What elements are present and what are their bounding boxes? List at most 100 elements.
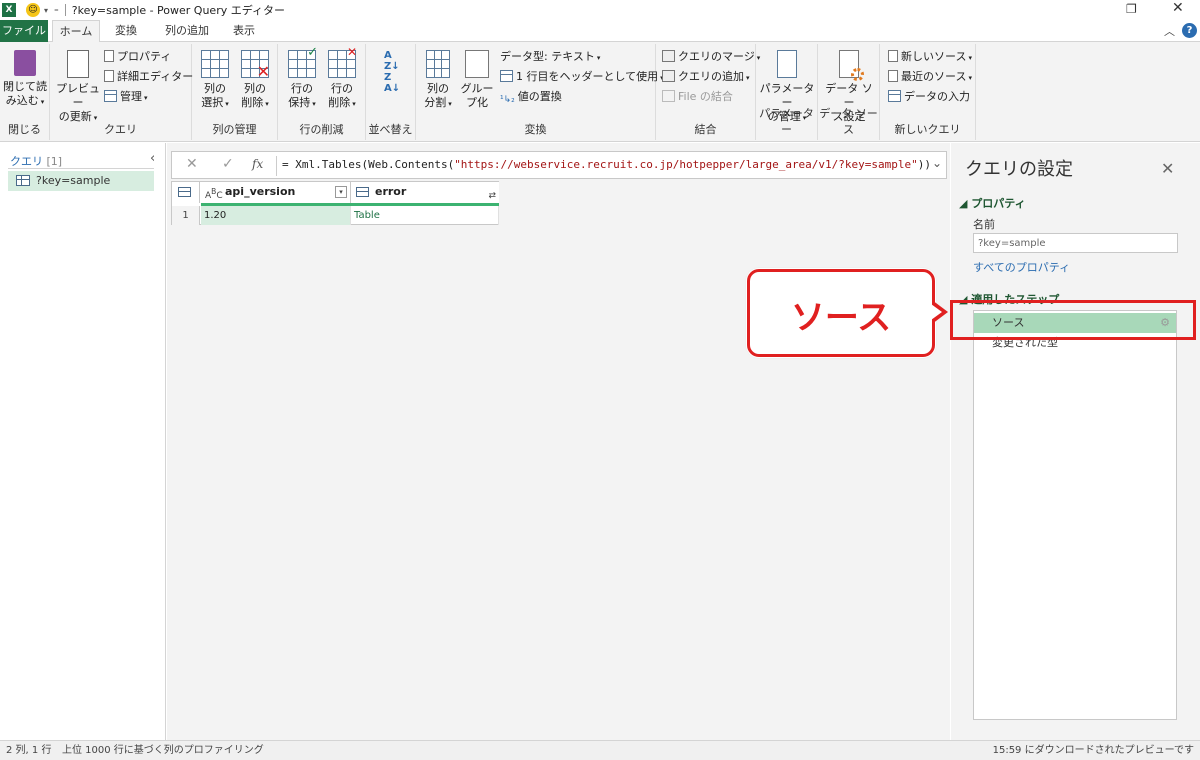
status-profiling[interactable]: 上位 1000 行に基づく列のプロファイリング — [62, 741, 264, 760]
properties-button[interactable]: プロパティ — [104, 48, 171, 66]
group-manage-columns: 列の 選択 ▾ ✕ 列の 削除 ▾ 列の管理 — [192, 44, 278, 140]
callout-text: ソース — [790, 298, 892, 338]
column-header-api-version[interactable]: ABC api_version ▾ — [201, 182, 351, 203]
remove-rows-label-1: 行の — [331, 82, 353, 95]
table-icon — [16, 175, 30, 186]
tab-transform[interactable]: 変換 — [104, 20, 148, 42]
append-queries-icon — [662, 70, 675, 82]
tab-file[interactable]: ファイル — [0, 20, 48, 42]
sort-ascending-icon[interactable]: A Z↓ — [384, 50, 400, 72]
group-parameters: パラメーター の管理 ▾ パラメーター — [756, 44, 818, 140]
split-column-label-1: 列の — [427, 82, 449, 95]
group-by-icon — [465, 50, 489, 78]
merge-queries-icon — [662, 50, 675, 62]
close-settings-icon[interactable]: ✕ — [1161, 159, 1174, 178]
remove-rows-button[interactable]: ✕ 行の 削除 ▾ — [322, 45, 362, 111]
column-header-error[interactable]: error ⇄ — [351, 182, 499, 203]
formula-input[interactable]: = Xml.Tables(Web.Contents("https://webse… — [282, 158, 931, 171]
close-and-load-button[interactable]: 閉じて読 み込む ▾ — [2, 46, 48, 109]
split-column-button[interactable]: 列の 分割 ▾ — [420, 46, 456, 111]
remove-rows-icon: ✕ — [328, 45, 357, 78]
feedback-smiley-icon[interactable]: ☺ — [26, 3, 40, 17]
collapse-queries-pane-icon[interactable]: ‹ — [150, 151, 155, 166]
split-column-icon — [426, 50, 450, 78]
first-row-header-button[interactable]: 1 行目をヘッダーとして使用▾ — [500, 68, 664, 86]
first-row-header-icon — [500, 70, 513, 82]
table-menu-icon — [178, 187, 191, 197]
new-source-button[interactable]: 新しいソース ▾ — [888, 48, 972, 66]
replace-values-icon: ¹↳₂ — [500, 95, 515, 105]
choose-columns-icon — [201, 50, 229, 78]
name-label: 名前 — [973, 218, 995, 231]
ribbon-collapse-icon[interactable]: ︿ — [1164, 23, 1175, 39]
table-cell-link[interactable]: Table — [351, 206, 499, 225]
cancel-formula-icon[interactable]: ✕ — [186, 156, 198, 172]
window-title: ?key=sample - Power Query エディター — [71, 4, 285, 17]
tab-view[interactable]: 表示 — [226, 20, 262, 42]
column-name-api-version: api_version — [225, 185, 296, 198]
group-new-query: 新しいソース ▾ 最近のソース ▾ データの入力 新しいクエリ — [880, 44, 976, 140]
tab-home[interactable]: ホーム — [52, 20, 100, 43]
group-transform-label: 変換 — [524, 123, 547, 136]
properties-heading[interactable]: ◢ プロパティ — [959, 195, 1026, 211]
group-reduce-rows-label: 行の削減 — [299, 123, 344, 136]
manage-button[interactable]: 管理 ▾ — [104, 88, 148, 106]
replace-values-button[interactable]: ¹↳₂ 値の置換 — [500, 88, 562, 106]
close-load-label-1: 閉じて読 — [3, 80, 47, 93]
callout-pointer-inner — [931, 304, 942, 320]
sort-descending-icon[interactable]: Z A↓ — [384, 72, 400, 94]
tab-add-column[interactable]: 列の追加 — [156, 20, 218, 42]
queries-pane: クエリ [1] ‹ ?key=sample — [0, 143, 166, 740]
query-name-input[interactable] — [973, 233, 1178, 253]
expand-formula-icon[interactable]: ⌄ — [932, 156, 942, 170]
fx-icon[interactable]: fx — [252, 157, 263, 171]
choose-columns-button[interactable]: 列の 選択 ▾ — [196, 46, 234, 111]
properties-icon — [104, 50, 114, 62]
group-by-button[interactable]: グルー プ化 — [458, 46, 496, 110]
enter-data-icon — [888, 90, 901, 102]
formula-separator — [276, 156, 277, 176]
data-source-settings-icon — [839, 50, 864, 81]
query-settings-pane: クエリの設定 ✕ ◢ プロパティ 名前 すべてのプロパティ ◢ 適用したステップ… — [951, 143, 1200, 740]
qat-customize-icon[interactable]: ₌ — [54, 5, 59, 15]
remove-columns-button[interactable]: ✕ 列の 削除 ▾ — [236, 46, 274, 111]
table-cell[interactable]: 1.20 — [201, 206, 351, 225]
group-transform: 列の 分割 ▾ グルー プ化 データ型: テキスト ▾ 1 行目をヘッダーとして使用… — [416, 44, 664, 140]
append-queries-button[interactable]: クエリの追加 ▾ — [662, 68, 750, 86]
data-grid: ABC api_version ▾ error ⇄ 1 1.20 Table — [171, 181, 499, 225]
qat-dropdown-icon[interactable]: ▾ — [44, 6, 48, 15]
close-window-button[interactable]: ✕ — [1172, 0, 1184, 16]
all-properties-link[interactable]: すべてのプロパティ — [973, 259, 1070, 275]
combine-files-button[interactable]: File の結合 — [662, 88, 733, 106]
ribbon-tabs: ファイル ホーム 変換 列の追加 表示 ︿ ? — [0, 20, 1200, 43]
close-load-label-2: み込む ▾ — [5, 94, 45, 107]
recent-sources-button[interactable]: 最近のソース ▾ — [888, 68, 972, 86]
queries-pane-divider — [8, 168, 154, 169]
title-separator — [64, 4, 66, 16]
advanced-editor-button[interactable]: 詳細エディター — [104, 68, 193, 86]
choose-columns-label-1: 列の — [204, 82, 226, 95]
row-number: 1 — [172, 206, 200, 225]
refresh-label-1: プレビュー — [56, 82, 100, 109]
group-combine: クエリのマージ ▾ クエリの追加 ▾ File の結合 結合 — [656, 44, 760, 140]
status-download-time: 15:59 にダウンロードされたプレビューです — [992, 745, 1194, 756]
group-combine-label: 結合 — [694, 123, 717, 136]
commit-formula-icon[interactable]: ✓ — [222, 156, 234, 172]
group-query: プレビュー の更新 ▾ プロパティ 詳細エディター 管理 ▾ クエリ — [50, 44, 193, 140]
restore-button[interactable]: ❐ — [1126, 2, 1137, 16]
group-by-label-1: グルー — [460, 82, 494, 95]
status-bar: 2 列, 1 行 上位 1000 行に基づく列のプロファイリング 15:59 に… — [0, 740, 1200, 760]
column-filter-icon[interactable]: ▾ — [335, 186, 347, 198]
table-menu-button[interactable] — [172, 182, 200, 203]
refresh-preview-button[interactable]: プレビュー の更新 ▾ — [54, 46, 102, 125]
group-sort-label: 並べ替え — [368, 123, 413, 136]
help-icon[interactable]: ? — [1182, 23, 1197, 38]
enter-data-button[interactable]: データの入力 — [888, 88, 970, 106]
applied-steps-list: ソース ⚙ 変更された型 — [973, 310, 1177, 720]
query-item[interactable]: ?key=sample — [8, 171, 154, 191]
merge-queries-button[interactable]: クエリのマージ ▾ — [662, 48, 760, 66]
data-type-dropdown[interactable]: データ型: テキスト ▾ — [500, 48, 600, 66]
keep-rows-label-2: 保持 ▾ — [288, 96, 316, 109]
refresh-preview-icon — [67, 50, 89, 78]
keep-rows-button[interactable]: ✓ 行の 保持 ▾ — [282, 46, 322, 111]
